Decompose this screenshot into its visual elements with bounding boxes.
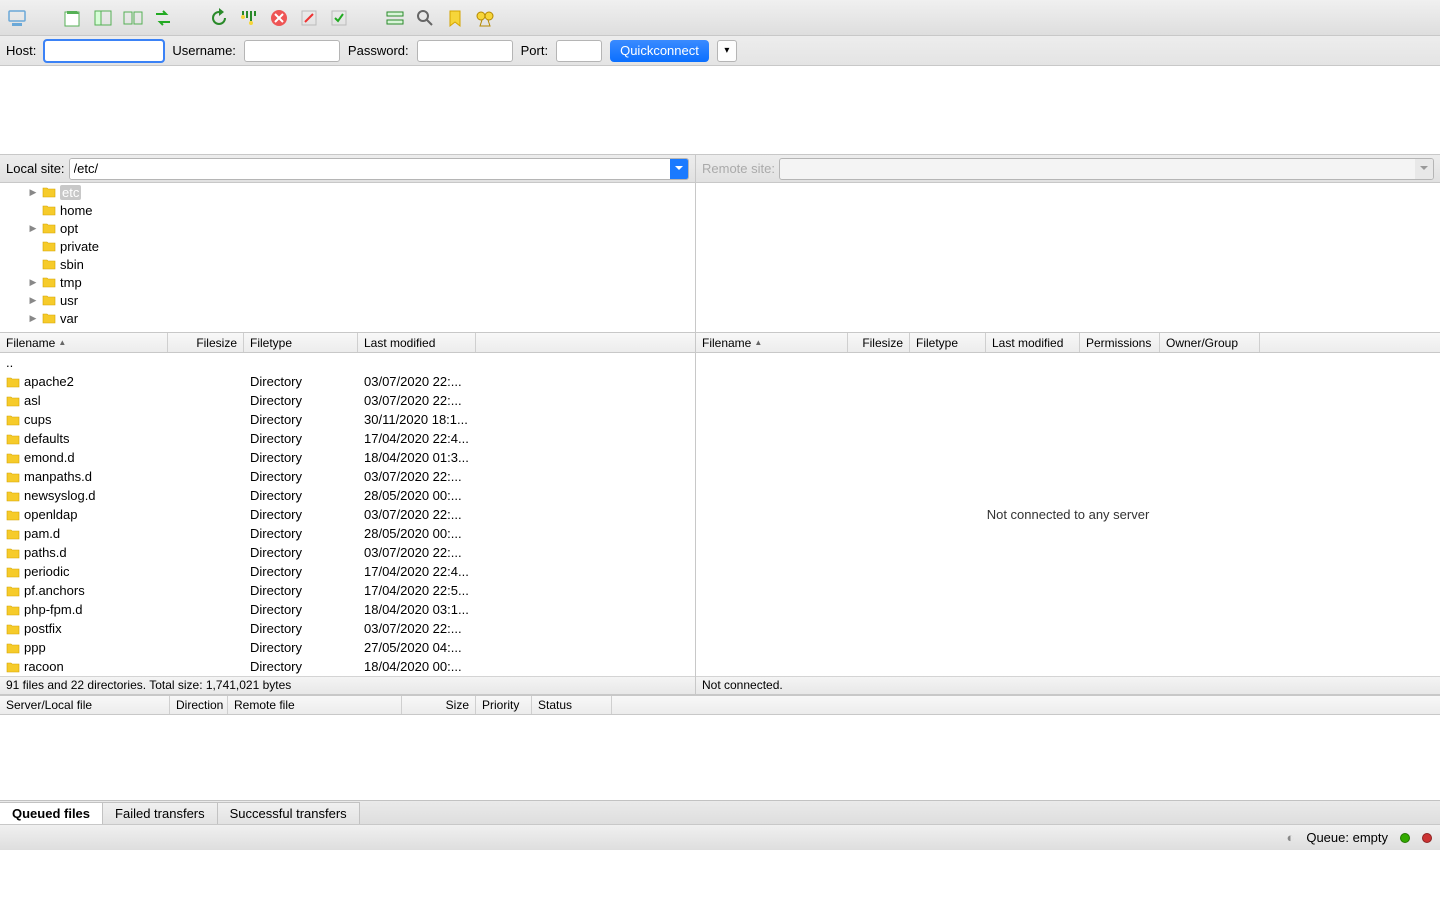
queue-list (0, 715, 1440, 800)
tab-successful[interactable]: Successful transfers (217, 802, 360, 824)
col-owner[interactable]: Owner/Group (1160, 333, 1260, 352)
local-tree[interactable]: ▶etchome▶optprivatesbin▶tmp▶usr▶var (0, 183, 695, 333)
remote-list-header: Filename Filesize Filetype Last modified… (696, 333, 1440, 353)
local-site-combo[interactable] (69, 158, 689, 180)
remote-status: Not connected. (696, 676, 1440, 694)
col-serverfile[interactable]: Server/Local file (0, 696, 170, 714)
tab-queued[interactable]: Queued files (0, 802, 103, 824)
col-filename[interactable]: Filename (696, 333, 848, 352)
queue-status: Queue: empty (1306, 830, 1388, 845)
remote-site-combo[interactable] (779, 158, 1434, 180)
file-row[interactable]: openldapDirectory03/07/2020 22:... (0, 505, 695, 524)
file-row[interactable]: postfixDirectory03/07/2020 22:... (0, 619, 695, 638)
col-filesize[interactable]: Filesize (848, 333, 910, 352)
tree-item[interactable]: ▶tmp (0, 273, 695, 291)
sync-browse-icon[interactable] (122, 7, 144, 29)
tree-item[interactable]: ▶opt (0, 219, 695, 237)
password-input[interactable] (417, 40, 513, 62)
connect-bar: Host: Username: Password: Port: Quickcon… (0, 36, 1440, 66)
file-row[interactable]: pf.anchorsDirectory17/04/2020 22:5... (0, 581, 695, 600)
toggle-tree-icon[interactable] (92, 7, 114, 29)
file-row[interactable]: .. (0, 353, 695, 372)
queue-tabs: Queued files Failed transfers Successful… (0, 800, 1440, 824)
host-label: Host: (6, 43, 36, 58)
disconnect-icon[interactable] (298, 7, 320, 29)
compare-icon[interactable] (152, 7, 174, 29)
remote-site-label: Remote site: (702, 161, 775, 176)
remote-pane: Remote site: Filename Filesize Filetype … (696, 155, 1440, 694)
quickconnect-history-button[interactable]: ▾ (717, 40, 737, 62)
process-queue-icon[interactable] (384, 7, 406, 29)
col-lastmod[interactable]: Last modified (986, 333, 1080, 352)
col-priority[interactable]: Priority (476, 696, 532, 714)
username-input[interactable] (244, 40, 340, 62)
tree-item[interactable]: ▶usr (0, 291, 695, 309)
remote-tree (696, 183, 1440, 333)
port-label: Port: (521, 43, 548, 58)
filter-icon[interactable] (238, 7, 260, 29)
tree-item[interactable]: home (0, 201, 695, 219)
file-row[interactable]: pam.dDirectory28/05/2020 00:... (0, 524, 695, 543)
local-site-label: Local site: (6, 161, 65, 176)
file-row[interactable]: php-fpm.dDirectory18/04/2020 03:1... (0, 600, 695, 619)
file-row[interactable]: emond.dDirectory18/04/2020 01:3... (0, 448, 695, 467)
port-input[interactable] (556, 40, 602, 62)
col-filetype[interactable]: Filetype (910, 333, 986, 352)
reconnect-icon[interactable] (328, 7, 350, 29)
chevron-down-icon[interactable] (1415, 159, 1433, 179)
tree-item[interactable]: private (0, 237, 695, 255)
refresh-icon[interactable] (208, 7, 230, 29)
help-icon[interactable]: ◐ (1286, 830, 1294, 845)
search-remote-icon[interactable] (414, 7, 436, 29)
col-size[interactable]: Size (402, 696, 476, 714)
bookmark-icon[interactable] (444, 7, 466, 29)
find-icon[interactable] (474, 7, 496, 29)
local-site-input[interactable] (70, 159, 670, 179)
file-row[interactable]: aslDirectory03/07/2020 22:... (0, 391, 695, 410)
tree-item[interactable]: sbin (0, 255, 695, 273)
quickconnect-button[interactable]: Quickconnect (610, 40, 709, 62)
col-direction[interactable]: Direction (170, 696, 228, 714)
remote-file-list: Not connected to any server (696, 353, 1440, 676)
col-filename[interactable]: Filename (0, 333, 168, 352)
file-row[interactable]: racoonDirectory18/04/2020 00:... (0, 657, 695, 676)
local-file-list[interactable]: ..apache2Directory03/07/2020 22:...aslDi… (0, 353, 695, 676)
file-row[interactable]: paths.dDirectory03/07/2020 22:... (0, 543, 695, 562)
local-pane: Local site: ▶etchome▶optprivatesbin▶tmp▶… (0, 155, 696, 694)
activity-led-up (1422, 833, 1432, 843)
new-tab-icon[interactable] (62, 7, 84, 29)
tree-item[interactable]: ▶var (0, 309, 695, 327)
host-input[interactable] (44, 40, 164, 62)
tree-item[interactable]: ▶etc (0, 183, 695, 201)
file-row[interactable]: cupsDirectory30/11/2020 18:1... (0, 410, 695, 429)
col-filetype[interactable]: Filetype (244, 333, 358, 352)
file-row[interactable]: defaultsDirectory17/04/2020 22:4... (0, 429, 695, 448)
message-log (0, 66, 1440, 155)
tab-failed[interactable]: Failed transfers (102, 802, 218, 824)
local-list-header: Filename Filesize Filetype Last modified (0, 333, 695, 353)
password-label: Password: (348, 43, 409, 58)
remote-site-input (780, 159, 1415, 179)
cancel-icon[interactable] (268, 7, 290, 29)
file-row[interactable]: apache2Directory03/07/2020 22:... (0, 372, 695, 391)
main-toolbar (0, 0, 1440, 36)
sitemanager-icon[interactable] (6, 7, 28, 29)
not-connected-message: Not connected to any server (696, 353, 1440, 676)
col-status[interactable]: Status (532, 696, 612, 714)
col-filesize[interactable]: Filesize (168, 333, 244, 352)
file-row[interactable]: pppDirectory27/05/2020 04:... (0, 638, 695, 657)
chevron-down-icon[interactable] (670, 159, 688, 179)
col-permissions[interactable]: Permissions (1080, 333, 1160, 352)
file-row[interactable]: periodicDirectory17/04/2020 22:4... (0, 562, 695, 581)
col-remotefile[interactable]: Remote file (228, 696, 402, 714)
file-row[interactable]: newsyslog.dDirectory28/05/2020 00:... (0, 486, 695, 505)
col-lastmod[interactable]: Last modified (358, 333, 476, 352)
local-status: 91 files and 22 directories. Total size:… (0, 676, 695, 694)
file-row[interactable]: manpaths.dDirectory03/07/2020 22:... (0, 467, 695, 486)
queue-header: Server/Local file Direction Remote file … (0, 695, 1440, 715)
status-bar: ◐ Queue: empty (0, 824, 1440, 850)
activity-led-down (1400, 833, 1410, 843)
username-label: Username: (172, 43, 236, 58)
